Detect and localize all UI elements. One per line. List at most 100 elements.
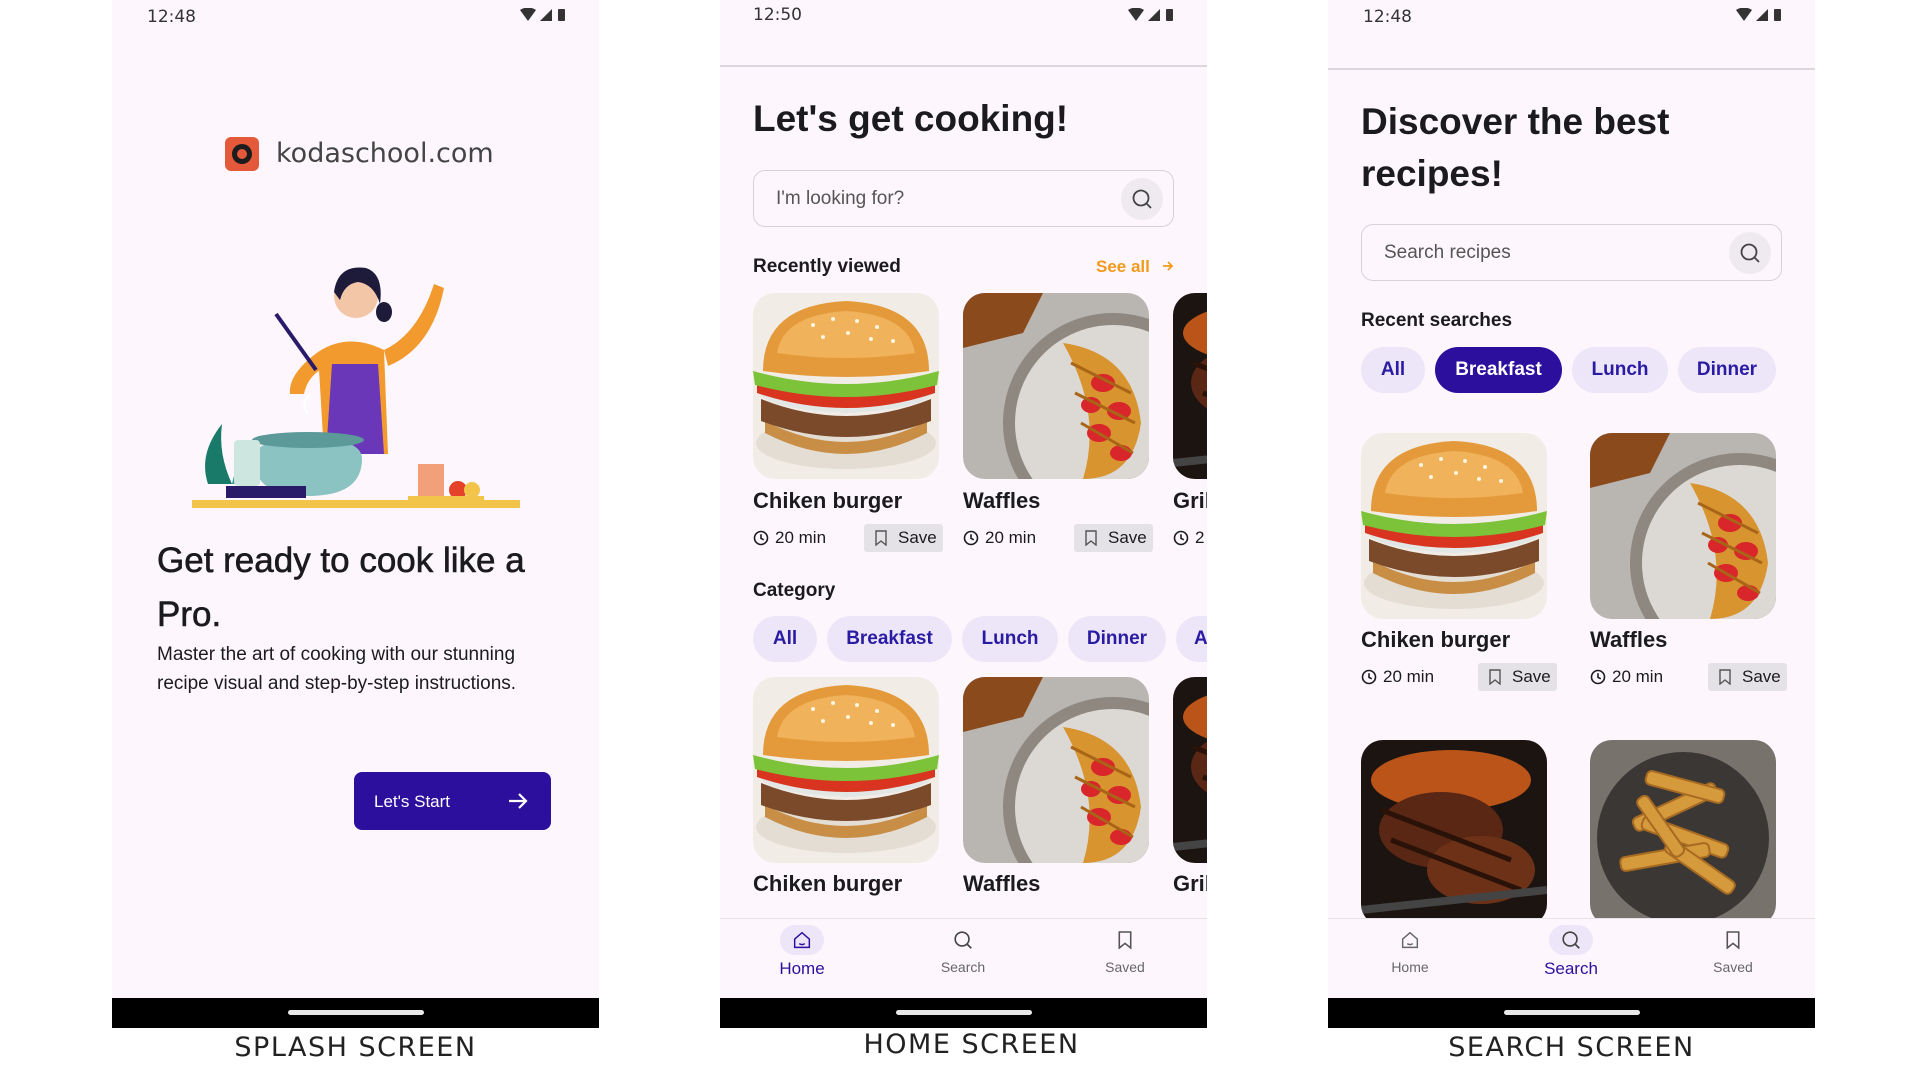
search-button[interactable] — [1121, 177, 1163, 220]
recipe-time: 20 min — [1590, 667, 1663, 687]
recipe-title: Gril — [1173, 488, 1207, 513]
bookmark-icon — [1084, 530, 1098, 546]
see-all-link[interactable]: See all — [1096, 257, 1174, 277]
nav-search[interactable]: Search — [908, 925, 1018, 975]
nav-saved-label: Saved — [1105, 959, 1145, 975]
see-all-label: See all — [1096, 257, 1150, 276]
category-heading: Category — [753, 580, 836, 601]
nav-search-label: Search — [1544, 959, 1598, 978]
status-time: 12:48 — [1363, 7, 1412, 27]
bookmark-icon — [874, 530, 888, 546]
save-button[interactable]: Save — [1708, 663, 1787, 691]
home-indicator[interactable] — [287, 1010, 424, 1015]
search-placeholder: Search recipes — [1384, 241, 1511, 263]
recipe-time: 2 — [1173, 528, 1204, 548]
filter-chip[interactable]: All — [1361, 347, 1425, 393]
recipe-image — [1590, 433, 1776, 619]
recipe-image — [1173, 293, 1207, 479]
filter-chip-selected[interactable]: Breakfast — [1435, 347, 1562, 393]
home-search-input[interactable]: I'm looking for? — [753, 170, 1174, 227]
search-title: Discover the best recipes! — [1361, 101, 1670, 194]
filter-chip[interactable]: Dinner — [1678, 347, 1776, 393]
category-chip[interactable]: All — [753, 616, 817, 662]
recipe-image — [753, 293, 939, 479]
status-bar: 12:50 — [720, 0, 1207, 36]
recent-searches-heading: Recent searches — [1361, 310, 1513, 331]
brand-logo — [225, 137, 259, 171]
recipe-time: 20 min — [1361, 667, 1434, 687]
system-nav-bar — [720, 998, 1207, 1028]
home-indicator[interactable] — [895, 1010, 1032, 1015]
lets-start-button[interactable]: Let's Start — [354, 772, 551, 830]
clock-icon — [1590, 669, 1606, 685]
home-icon — [780, 925, 824, 955]
nav-home[interactable]: Home — [747, 925, 857, 979]
recently-viewed-heading: Recently viewed — [753, 256, 901, 277]
recipe-image — [753, 677, 939, 863]
nav-search-label: Search — [940, 959, 986, 975]
status-bar: 12:48 — [112, 0, 599, 36]
system-nav-bar — [112, 998, 599, 1028]
clock-icon — [1361, 669, 1377, 685]
bottom-navigation: Home Search Saved — [1328, 918, 1815, 988]
search-icon — [941, 925, 985, 955]
save-label: Save — [1512, 667, 1551, 686]
recipe-image — [963, 293, 1149, 479]
search-placeholder: I'm looking for? — [776, 187, 905, 209]
home-caption: HOME SCREEN — [863, 1029, 1080, 1060]
status-time: 12:50 — [753, 5, 802, 25]
recipe-time-label: 2 — [1195, 528, 1205, 547]
nav-saved[interactable]: Saved — [1678, 925, 1788, 975]
search-icon — [1549, 925, 1593, 955]
clock-icon — [1173, 530, 1189, 546]
nav-search[interactable]: Search — [1516, 925, 1626, 979]
search-icon — [1130, 187, 1154, 211]
app-bar-divider — [720, 65, 1207, 67]
recipe-image — [1361, 740, 1547, 926]
recipe-time-label: 20 min — [775, 528, 827, 547]
nav-saved[interactable]: Saved — [1070, 925, 1180, 975]
nav-saved-label: Saved — [1713, 959, 1753, 975]
bookmark-icon — [1711, 925, 1755, 955]
system-nav-bar — [1328, 998, 1815, 1028]
recipe-time-label: 20 min — [985, 528, 1037, 547]
search-caption: SEARCH SCREEN — [1448, 1032, 1695, 1063]
save-button[interactable]: Save — [864, 524, 943, 552]
status-icons — [1128, 8, 1174, 22]
recipe-time: 20 min — [753, 528, 826, 548]
recipe-time-label: 20 min — [1612, 667, 1664, 686]
search-button[interactable] — [1729, 231, 1771, 274]
nav-home-label: Home — [1391, 959, 1429, 975]
clock-icon — [753, 530, 769, 546]
save-button[interactable]: Save — [1478, 663, 1557, 691]
category-chip[interactable]: Dinner — [1068, 616, 1166, 662]
recipe-title: Chiken burger — [753, 871, 903, 896]
recipe-image — [1361, 433, 1547, 619]
save-label: Save — [1108, 528, 1147, 547]
bottom-navigation: Home Search Saved — [720, 918, 1207, 988]
nav-home-label: Home — [779, 959, 825, 978]
bookmark-icon — [1718, 669, 1732, 685]
search-screen: 12:48 Discover the best recipes! Search … — [1328, 0, 1815, 1028]
home-indicator[interactable] — [1503, 1010, 1640, 1015]
recipe-title: Waffles — [1590, 627, 1668, 652]
save-button[interactable]: Save — [1074, 524, 1153, 552]
category-chip[interactable]: Breakfast — [827, 616, 952, 662]
home-title: Let's get cooking! — [753, 98, 1069, 139]
category-chip[interactable]: Lunch — [962, 616, 1058, 662]
bookmark-icon — [1103, 925, 1147, 955]
nav-home[interactable]: Home — [1355, 925, 1465, 975]
status-time: 12:48 — [147, 7, 196, 27]
search-icon — [1738, 241, 1762, 265]
category-chip[interactable]: A — [1176, 616, 1207, 662]
recipe-search-input[interactable]: Search recipes — [1361, 224, 1782, 281]
filter-chip[interactable]: Lunch — [1572, 347, 1668, 393]
splash-title: Get ready to cook like a Pro. — [157, 541, 525, 635]
recipe-image — [1173, 677, 1207, 863]
recipe-image — [1590, 740, 1776, 926]
recipe-time: 20 min — [963, 528, 1036, 548]
recipe-title: Waffles — [963, 488, 1041, 513]
recipe-title: Gril — [1173, 871, 1207, 896]
arrow-right-icon — [509, 793, 528, 809]
save-label: Save — [898, 528, 937, 547]
